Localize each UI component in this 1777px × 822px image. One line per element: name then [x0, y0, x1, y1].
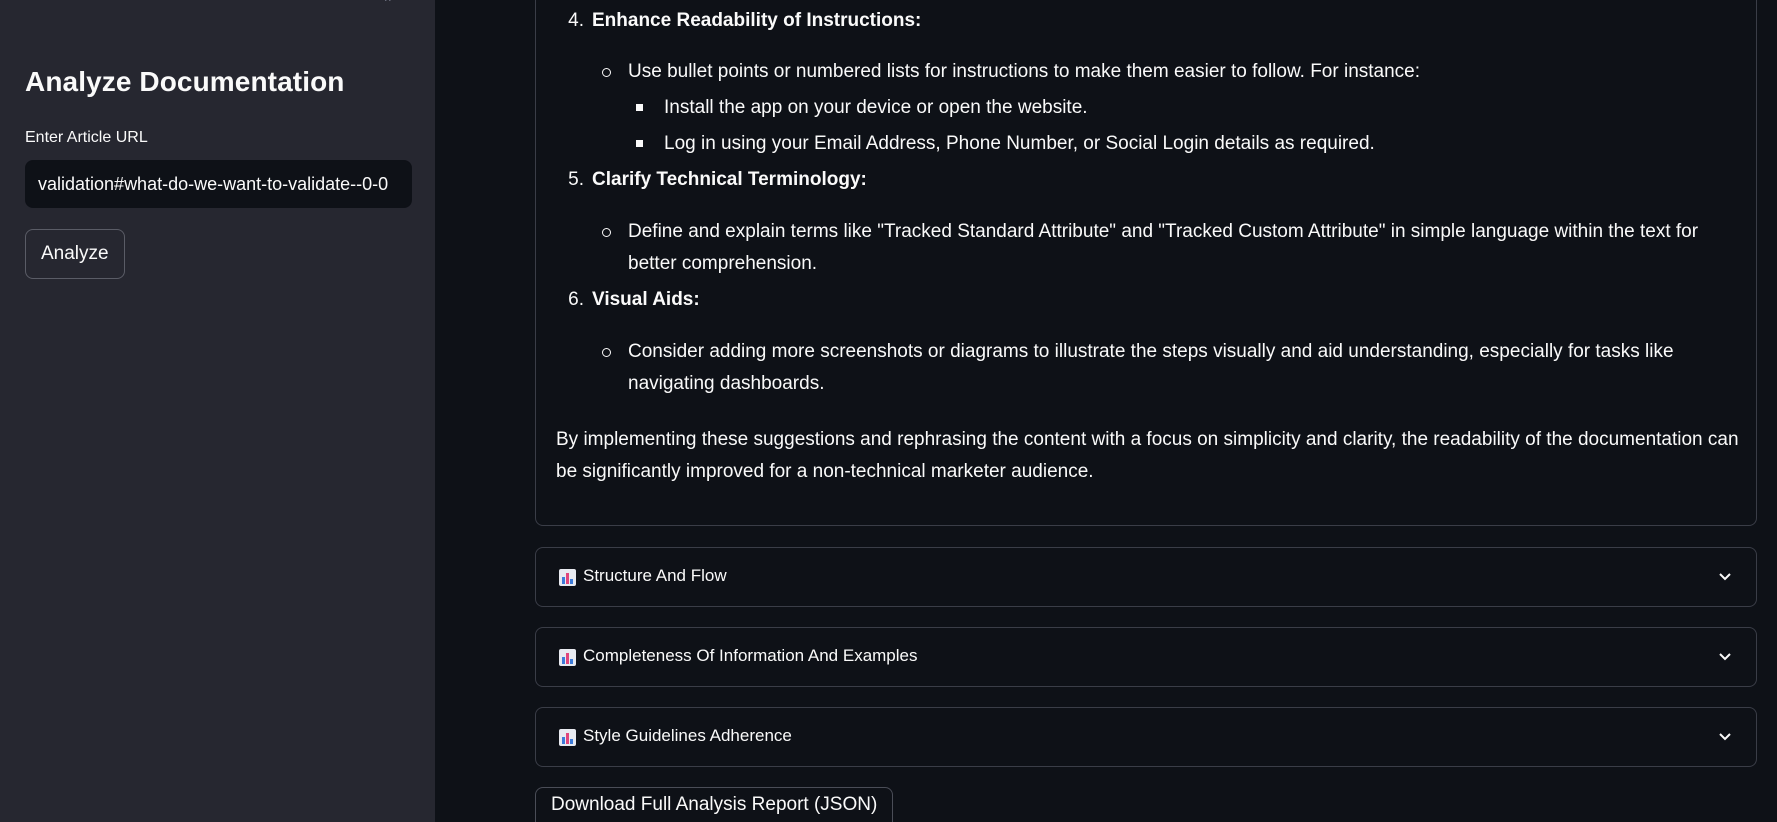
- square-bullet-icon: [636, 104, 643, 111]
- sub-bullet-item: Install the app on your device or open t…: [636, 92, 1734, 124]
- bar-chart-icon: [559, 569, 576, 586]
- bar-chart-icon: [559, 649, 576, 666]
- sub-bullet-text: Log in using your Email Address, Phone N…: [664, 133, 1375, 154]
- circle-bullet-icon: [602, 68, 611, 77]
- item-number: 5.: [568, 169, 584, 190]
- bullet-item: Use bullet points or numbered lists for …: [602, 56, 1738, 88]
- article-url-input[interactable]: [25, 160, 412, 208]
- url-label: Enter Article URL: [25, 129, 148, 146]
- item-number: 6.: [568, 289, 584, 310]
- bullet-text-line: navigating dashboards.: [628, 373, 825, 394]
- closing-line: be significantly improved for a non-tech…: [556, 461, 1094, 482]
- item-title: Clarify Technical Terminology:: [592, 169, 867, 190]
- chevron-down-icon: [1719, 573, 1731, 581]
- download-button-label: Download Full Analysis Report (JSON): [551, 794, 878, 815]
- circle-bullet-icon: [602, 228, 611, 237]
- expander-label: Style Guidelines Adherence: [583, 726, 792, 745]
- item-title: Enhance Readability of Instructions:: [592, 10, 922, 31]
- expander-completeness[interactable]: Completeness Of Information And Examples: [535, 627, 1757, 687]
- bullet-text-line: Define and explain terms like "Tracked S…: [628, 221, 1699, 242]
- item-title: Visual Aids:: [592, 289, 700, 310]
- bullet-text-line: better comprehension.: [628, 253, 818, 274]
- bullet-text: Use bullet points or numbered lists for …: [628, 61, 1421, 82]
- bullet-item: Define and explain terms like "Tracked S…: [602, 216, 1738, 280]
- bullet-text-line: Consider adding more screenshots or diag…: [628, 341, 1674, 362]
- sidebar-collapse-hint[interactable]: ^: [385, 0, 391, 8]
- bar-chart-icon: [559, 729, 576, 746]
- expander-style-guidelines[interactable]: Style Guidelines Adherence: [535, 707, 1757, 767]
- analyze-button[interactable]: Analyze: [25, 229, 125, 279]
- chevron-down-icon: [1719, 733, 1731, 741]
- item-number: 4.: [568, 10, 584, 31]
- sub-bullet-item: Log in using your Email Address, Phone N…: [636, 128, 1734, 160]
- bullet-item: Consider adding more screenshots or diag…: [602, 336, 1738, 400]
- expander-label: Completeness Of Information And Examples: [583, 646, 918, 665]
- chevron-down-icon: [1719, 653, 1731, 661]
- sidebar: ^ Analyze Documentation Enter Article UR…: [0, 0, 435, 822]
- closing-line: By implementing these suggestions and re…: [556, 429, 1739, 450]
- closing-paragraph: By implementing these suggestions and re…: [556, 424, 1746, 488]
- circle-bullet-icon: [602, 348, 611, 357]
- sidebar-heading: Analyze Documentation: [25, 66, 345, 97]
- expander-label: Structure And Flow: [583, 566, 727, 585]
- square-bullet-icon: [636, 140, 643, 147]
- expander-structure-and-flow[interactable]: Structure And Flow: [535, 547, 1757, 607]
- sub-bullet-text: Install the app on your device or open t…: [664, 97, 1088, 118]
- app-window: ^ Analyze Documentation Enter Article UR…: [0, 0, 1777, 822]
- analysis-report-panel: 4. Enhance Readability of Instructions: …: [535, 0, 1757, 526]
- download-report-button[interactable]: Download Full Analysis Report (JSON): [535, 787, 894, 822]
- main-content: 4. Enhance Readability of Instructions: …: [435, 0, 1777, 822]
